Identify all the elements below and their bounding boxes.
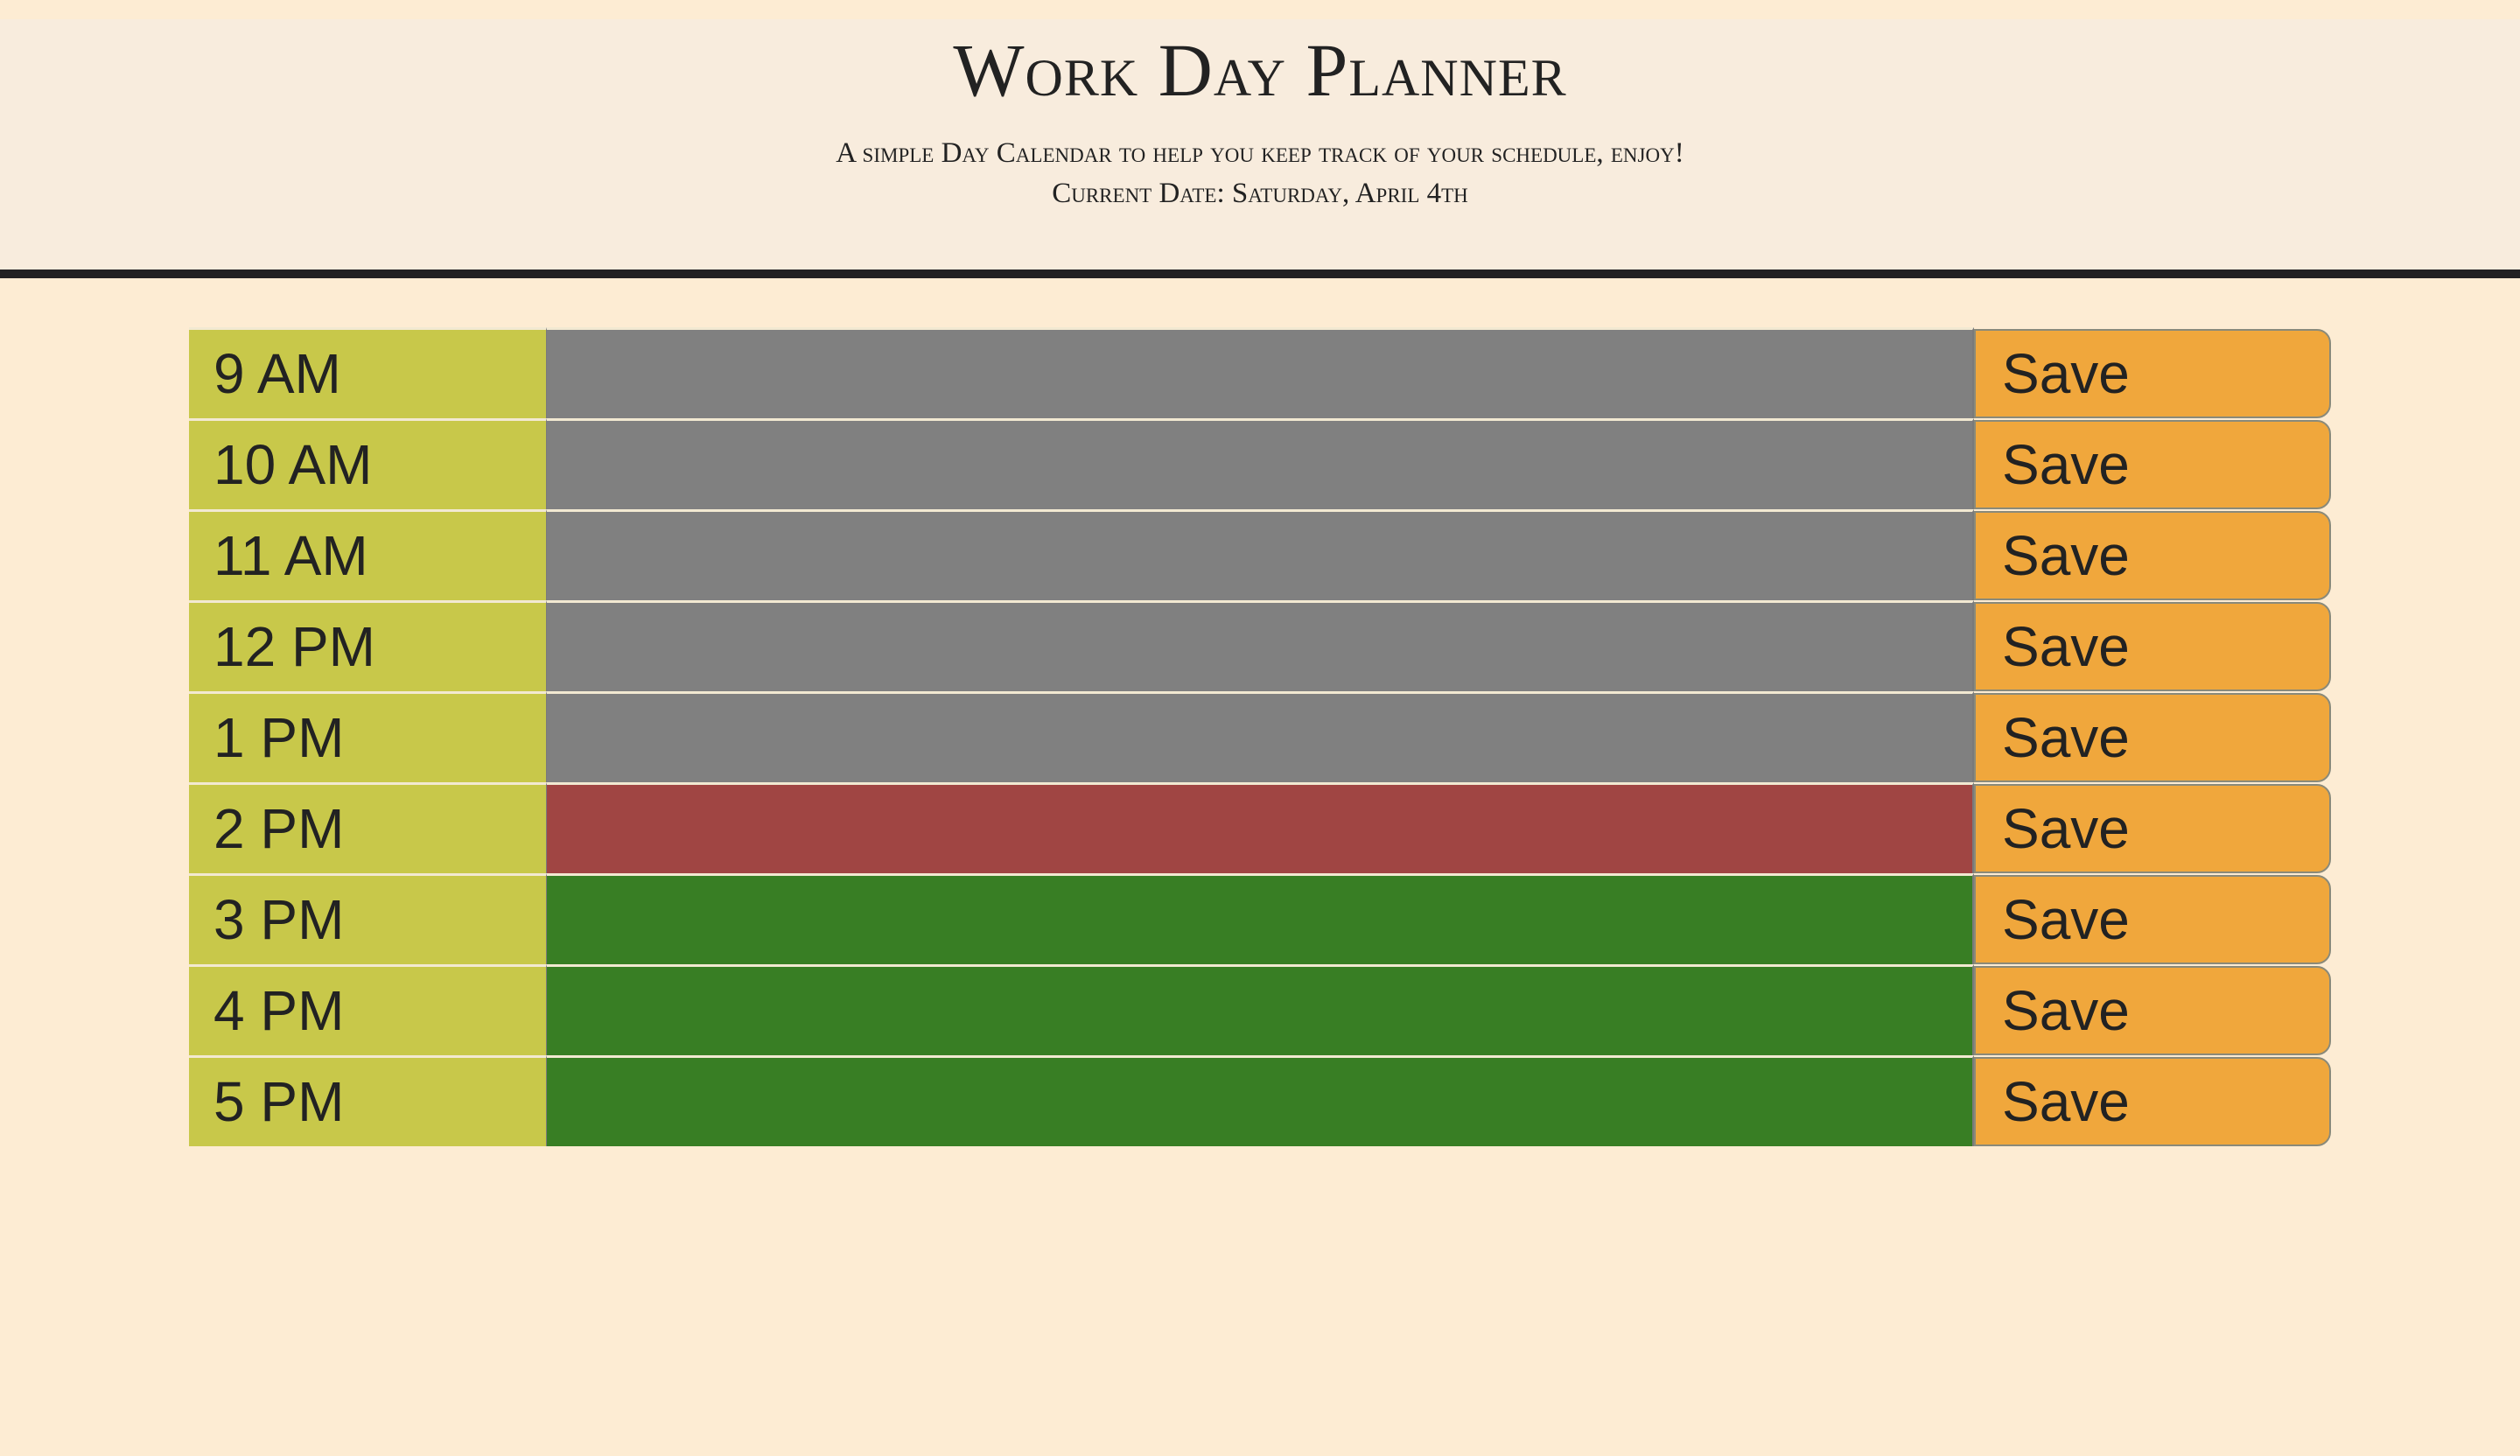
event-input[interactable] (546, 782, 1974, 873)
time-block: 2 PM Save (189, 782, 2331, 873)
time-block: 9 AM Save (189, 327, 2331, 418)
time-block: 3 PM Save (189, 873, 2331, 964)
event-input[interactable] (546, 1055, 1974, 1146)
hour-label: 11 AM (189, 509, 546, 600)
hour-label: 2 PM (189, 782, 546, 873)
save-button[interactable]: Save (1974, 875, 2331, 964)
save-button[interactable]: Save (1974, 966, 2331, 1055)
event-input[interactable] (546, 873, 1974, 964)
save-button[interactable]: Save (1974, 693, 2331, 782)
time-block: 12 PM Save (189, 600, 2331, 691)
current-date: Current Date: Saturday, April 4th (1052, 178, 1468, 209)
page-subtitle: A simple Day Calendar to help you keep t… (836, 137, 1684, 169)
hour-label: 10 AM (189, 418, 546, 509)
time-block: 1 PM Save (189, 691, 2331, 782)
save-button[interactable]: Save (1974, 1057, 2331, 1146)
save-button[interactable]: Save (1974, 420, 2331, 509)
planner-container: 9 AM Save 10 AM Save 11 AM Save 12 PM Sa… (189, 327, 2331, 1146)
hour-label: 1 PM (189, 691, 546, 782)
hour-label: 4 PM (189, 964, 546, 1055)
time-block: 5 PM Save (189, 1055, 2331, 1146)
save-button[interactable]: Save (1974, 329, 2331, 418)
time-block: 10 AM Save (189, 418, 2331, 509)
event-input[interactable] (546, 418, 1974, 509)
save-button-label: Save (2002, 615, 2130, 678)
page-title: Work Day Planner (953, 28, 1567, 112)
save-button[interactable]: Save (1974, 602, 2331, 691)
event-input[interactable] (546, 691, 1974, 782)
event-input[interactable] (546, 600, 1974, 691)
hour-label: 5 PM (189, 1055, 546, 1146)
hour-label: 9 AM (189, 327, 546, 418)
save-button[interactable]: Save (1974, 511, 2331, 600)
event-input[interactable] (546, 509, 1974, 600)
hour-label: 12 PM (189, 600, 546, 691)
time-block: 11 AM Save (189, 509, 2331, 600)
event-input[interactable] (546, 964, 1974, 1055)
time-block: 4 PM Save (189, 964, 2331, 1055)
save-button-label: Save (2002, 979, 2130, 1042)
header: Work Day Planner A simple Day Calendar t… (0, 19, 2520, 278)
save-button-label: Save (2002, 342, 2130, 405)
save-button-label: Save (2002, 433, 2130, 496)
hour-label: 3 PM (189, 873, 546, 964)
save-button-label: Save (2002, 888, 2130, 951)
save-button-label: Save (2002, 1070, 2130, 1133)
save-button-label: Save (2002, 797, 2130, 860)
save-button[interactable]: Save (1974, 784, 2331, 873)
event-input[interactable] (546, 327, 1974, 418)
save-button-label: Save (2002, 524, 2130, 587)
save-button-label: Save (2002, 706, 2130, 769)
